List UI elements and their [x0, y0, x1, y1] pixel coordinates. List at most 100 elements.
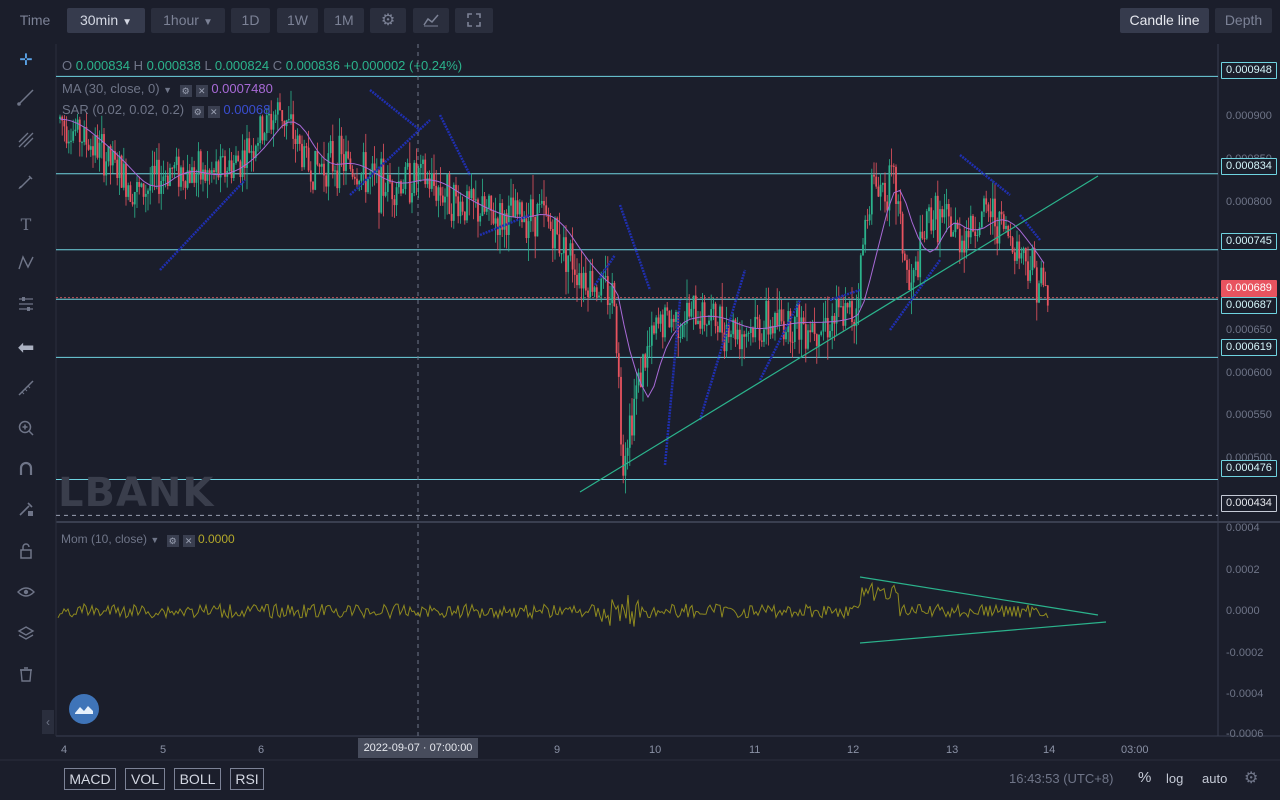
vol-button[interactable]: VOL — [125, 768, 165, 790]
candle-body — [393, 199, 396, 206]
candle-body — [897, 201, 900, 204]
candle-body — [741, 334, 743, 350]
time-label: 12 — [847, 744, 860, 756]
candle-body — [125, 163, 127, 197]
candle-body — [831, 315, 834, 331]
candle-body — [138, 182, 141, 187]
close-icon[interactable]: ✕ — [195, 85, 208, 97]
candle-body — [358, 180, 361, 185]
candle-body — [512, 197, 515, 217]
candle-body — [789, 311, 792, 342]
candle-body — [813, 323, 816, 335]
candle-body — [873, 174, 875, 177]
candle-body — [991, 198, 994, 218]
candle-body — [386, 174, 389, 192]
candle-body — [844, 303, 847, 326]
candle-body — [169, 167, 171, 187]
time-label: 03:00 — [1121, 744, 1149, 756]
price-chart[interactable] — [0, 0, 1280, 800]
candle-body — [919, 231, 922, 278]
candle-body — [967, 230, 970, 238]
candle-body — [127, 185, 130, 197]
auto-toggle[interactable]: auto — [1202, 771, 1227, 786]
sar-value: 0.00068 — [223, 102, 271, 117]
rsi-button[interactable]: RSI — [230, 768, 264, 790]
candle-body — [598, 295, 600, 298]
candle-body — [424, 159, 427, 185]
candle-body — [683, 323, 686, 325]
mom-tick: 0.0000 — [1226, 605, 1260, 617]
candle-body — [494, 218, 497, 224]
close-icon[interactable]: ✕ — [207, 106, 220, 118]
candle-body — [569, 243, 572, 256]
candle-body — [241, 150, 244, 178]
candle-body — [1009, 236, 1012, 238]
candle-body — [947, 203, 950, 217]
candle-body — [452, 184, 455, 221]
close-icon[interactable]: ✕ — [182, 535, 195, 547]
mom-tick: 0.0004 — [1226, 522, 1260, 534]
candle-body — [228, 160, 231, 171]
candle-body — [791, 341, 794, 343]
candle-body — [149, 185, 152, 191]
ma-value: 0.0007480 — [211, 81, 273, 96]
boll-button[interactable]: BOLL — [174, 768, 221, 790]
candle-body — [257, 142, 259, 146]
candle-body — [884, 182, 886, 202]
candle-body — [419, 163, 422, 168]
candle-body — [877, 186, 880, 197]
level-tag: 0.000476 — [1221, 460, 1277, 477]
candle-body — [811, 323, 814, 333]
candle-body — [63, 120, 66, 127]
candle-body — [837, 298, 840, 308]
sar-legend[interactable]: SAR (0.02, 0.02, 0.2) ⚙ ✕ 0.00068 — [62, 102, 270, 118]
candle-body — [488, 195, 490, 209]
candle-body — [584, 272, 587, 291]
candle-body — [118, 155, 121, 178]
candle-body — [404, 166, 407, 190]
candle-body — [323, 163, 325, 176]
candle-body — [925, 211, 928, 239]
log-toggle[interactable]: log — [1166, 771, 1183, 786]
gear-icon[interactable]: ⚙ — [166, 535, 179, 547]
candle-body — [699, 320, 702, 329]
candle-body — [122, 163, 125, 188]
candle-body — [972, 215, 974, 232]
candle-body — [252, 151, 255, 158]
candle-body — [98, 142, 101, 158]
candle-body — [912, 270, 915, 283]
candle-body — [851, 301, 853, 323]
candle-body — [492, 211, 495, 224]
candle-body — [94, 135, 97, 156]
gear-icon[interactable]: ⚙ — [191, 106, 204, 118]
candle-body — [835, 298, 838, 324]
candle-body — [969, 215, 972, 238]
settings-icon[interactable]: ⚙ — [1244, 768, 1258, 788]
ma-legend[interactable]: MA (30, close, 0) ▼ ⚙ ✕ 0.0007480 — [62, 81, 273, 97]
candle-body — [296, 135, 299, 145]
candle-body — [1013, 252, 1016, 261]
gear-icon[interactable]: ⚙ — [179, 85, 192, 97]
chevron-down-icon[interactable]: ▼ — [150, 535, 159, 545]
candle-body — [604, 276, 607, 278]
candle-body — [461, 201, 464, 212]
chevron-down-icon[interactable]: ▼ — [163, 85, 172, 95]
candle-body — [848, 301, 851, 308]
percent-toggle[interactable]: % — [1138, 769, 1151, 786]
candle-body — [413, 162, 416, 194]
candle-body — [846, 303, 849, 308]
candle-body — [543, 200, 545, 206]
ma-label: MA (30, close, 0) — [62, 81, 160, 96]
candle-body — [237, 155, 240, 162]
candle-body — [914, 261, 917, 271]
candle-body — [287, 118, 290, 121]
candle-body — [474, 199, 477, 201]
candle-body — [653, 325, 655, 334]
candle-body — [743, 334, 746, 337]
mom-legend[interactable]: Mom (10, close) ▼ ⚙ ✕ 0.0000 — [61, 532, 235, 547]
candle-body — [939, 209, 941, 243]
candle-body — [754, 316, 757, 338]
candle-body — [890, 165, 893, 167]
candle-body — [479, 215, 482, 222]
macd-button[interactable]: MACD — [64, 768, 116, 790]
